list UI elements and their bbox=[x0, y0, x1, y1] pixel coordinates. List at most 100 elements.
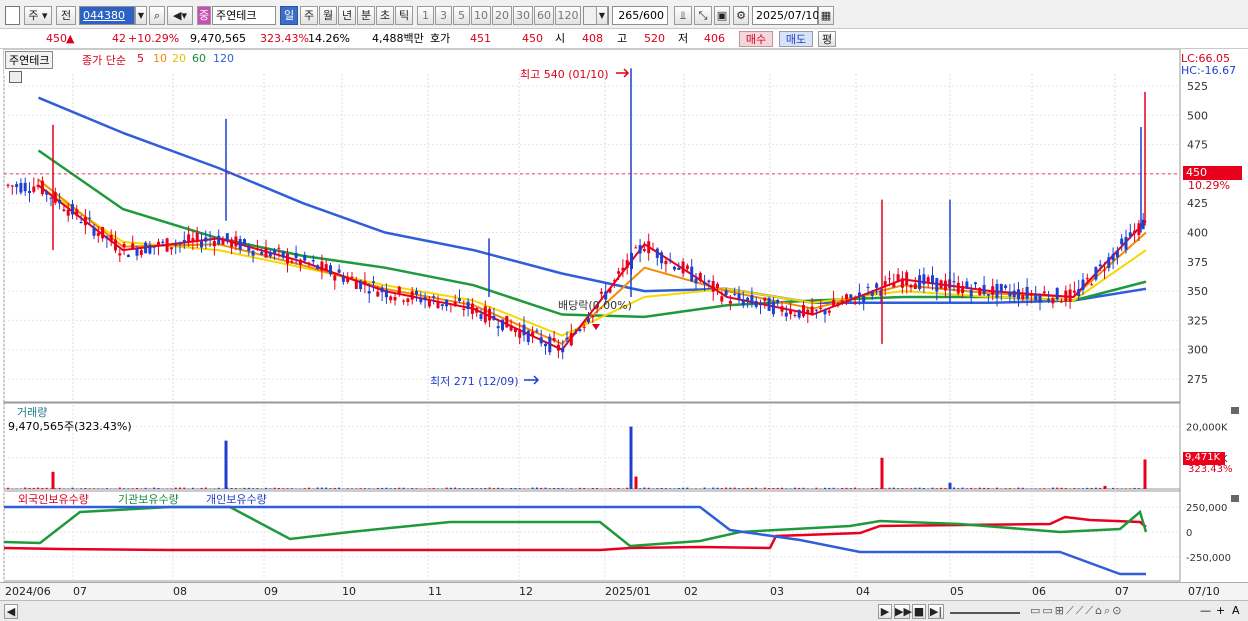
period-minute[interactable]: 분 bbox=[357, 6, 375, 25]
play-icon[interactable]: ▶ bbox=[878, 604, 892, 619]
ma-60[interactable]: 60 bbox=[192, 52, 206, 65]
view-tools-icon[interactable]: ▭▭⊞⟋⟋⟋⌂⌕⊙ bbox=[1030, 604, 1190, 619]
period-second[interactable]: 초 bbox=[376, 6, 394, 25]
fast-forward-icon[interactable]: ▶▶ bbox=[894, 604, 912, 619]
candle-body bbox=[316, 265, 320, 269]
date-input[interactable]: 2025/07/10 bbox=[752, 6, 819, 25]
volume-bar bbox=[71, 487, 74, 489]
chart-area[interactable]: 525 500 475 450 425 400 375 350 325 300 275 20,000K… bbox=[0, 49, 1248, 602]
window-menu-icon[interactable] bbox=[5, 6, 20, 25]
code-dropdown-icon[interactable]: ▼ bbox=[135, 6, 147, 25]
candle-body bbox=[720, 296, 724, 302]
interval-dropdown-icon[interactable]: ▼ bbox=[596, 6, 608, 25]
candle-body bbox=[1047, 298, 1051, 301]
volume-bar bbox=[548, 488, 551, 489]
buy-button[interactable]: 매수 bbox=[739, 31, 773, 47]
interval-20[interactable]: 20 bbox=[492, 6, 512, 25]
period-tick[interactable]: 틱 bbox=[395, 6, 413, 25]
table-view-icon[interactable] bbox=[9, 71, 22, 83]
bottom-scrollbar[interactable]: ◀ ▶ ▶▶ ■ ▶| ▭▭⊞⟋⟋⟋⌂⌕⊙ — + A bbox=[0, 600, 1248, 621]
candle-body bbox=[157, 241, 160, 247]
candle-type-icon[interactable]: ⫫ bbox=[674, 6, 692, 25]
volume-bar bbox=[583, 488, 586, 489]
prev-button[interactable]: 전 bbox=[56, 6, 76, 25]
volume-bar bbox=[351, 488, 353, 489]
legend-foreign[interactable]: 외국인보유수량 bbox=[18, 491, 89, 507]
volume-bar bbox=[58, 487, 61, 489]
count-field[interactable]: 265/600 bbox=[612, 6, 668, 25]
auto-scale-button[interactable]: A bbox=[1232, 604, 1240, 619]
zoom-in-button[interactable]: + bbox=[1216, 604, 1225, 619]
interval-1[interactable]: 1 bbox=[417, 6, 434, 25]
stock-name-field[interactable]: 주연테크 bbox=[212, 6, 276, 25]
stop-icon[interactable]: ■ bbox=[912, 604, 926, 619]
volume-bar bbox=[144, 487, 147, 489]
candle-body bbox=[909, 285, 913, 288]
stock-tag[interactable]: 주연테크 bbox=[5, 51, 54, 69]
legend-institution[interactable]: 기관보유수량 bbox=[118, 491, 179, 507]
search-icon[interactable]: ⌕ bbox=[149, 6, 165, 25]
legend-individual[interactable]: 개인보유수량 bbox=[206, 491, 267, 507]
interval-10[interactable]: 10 bbox=[471, 6, 491, 25]
gear-icon[interactable]: ⚙ bbox=[733, 6, 749, 25]
zoom-out-button[interactable]: — bbox=[1200, 604, 1211, 619]
candle-body bbox=[234, 236, 238, 247]
sell-button[interactable]: 매도 bbox=[779, 31, 813, 47]
save-icon[interactable]: ▣ bbox=[714, 6, 730, 25]
interval-5[interactable]: 5 bbox=[453, 6, 470, 25]
x-label: 2025/01 bbox=[605, 585, 651, 598]
volume-bar bbox=[492, 488, 495, 489]
candle-body bbox=[165, 238, 169, 252]
stock-code-input[interactable]: 044380 bbox=[79, 6, 135, 25]
volume-bar bbox=[871, 487, 874, 489]
candle-body bbox=[333, 275, 337, 281]
ma-5[interactable]: 5 bbox=[137, 52, 144, 65]
candle-body bbox=[62, 209, 66, 211]
dividend-annotation: 배당락(0.00%) bbox=[558, 299, 632, 312]
draw-tool-icon[interactable]: ⤡ bbox=[694, 6, 712, 25]
ma-120[interactable]: 120 bbox=[213, 52, 234, 65]
volume-bar bbox=[763, 487, 766, 489]
interval-30[interactable]: 30 bbox=[513, 6, 533, 25]
speaker-icon[interactable]: ◀▾ bbox=[167, 6, 193, 25]
candle-body bbox=[931, 275, 934, 285]
volume-bar bbox=[673, 488, 676, 489]
candle-body bbox=[1017, 289, 1020, 300]
interval-120[interactable]: 120 bbox=[555, 6, 581, 25]
x-label: 04 bbox=[856, 585, 870, 598]
interval-3[interactable]: 3 bbox=[435, 6, 452, 25]
calendar-icon[interactable]: ▦ bbox=[818, 6, 834, 25]
candle-body bbox=[195, 232, 199, 241]
period-month[interactable]: 월 bbox=[319, 6, 337, 25]
end-icon[interactable]: ▶| bbox=[928, 604, 944, 619]
volume-value: 9,470,565주(323.43%) bbox=[8, 420, 132, 433]
period-day[interactable]: 일 bbox=[280, 6, 298, 25]
scroll-left-icon[interactable]: ◀ bbox=[4, 604, 18, 619]
volume-bar bbox=[1125, 488, 1127, 489]
volume-bar bbox=[935, 488, 938, 489]
volume-bar bbox=[213, 488, 216, 489]
mode-select[interactable]: 주 ▾ bbox=[24, 6, 52, 25]
eval-button[interactable]: 평 bbox=[818, 31, 836, 47]
volume-bar bbox=[432, 488, 435, 489]
chart-canvas[interactable]: 525 500 475 450 425 400 375 350 325 300 275 20,000K… bbox=[0, 49, 1248, 602]
candle-body bbox=[531, 331, 535, 336]
candle-body bbox=[556, 344, 560, 351]
zoom-slider[interactable] bbox=[950, 604, 1020, 614]
candle-body bbox=[1051, 298, 1055, 304]
candle-body bbox=[1107, 257, 1111, 269]
candle-body bbox=[1025, 286, 1029, 299]
volume-bar bbox=[815, 487, 818, 489]
candle-body bbox=[118, 253, 122, 256]
candle-body bbox=[462, 308, 466, 311]
candle-body bbox=[621, 267, 625, 271]
candle-body bbox=[961, 285, 965, 294]
interval-60[interactable]: 60 bbox=[534, 6, 554, 25]
ma-20[interactable]: 20 bbox=[172, 52, 186, 65]
period-week[interactable]: 주 bbox=[300, 6, 318, 25]
volume-bar bbox=[931, 487, 934, 489]
ma-10[interactable]: 10 bbox=[153, 52, 167, 65]
volume-bar bbox=[424, 488, 427, 489]
candle-body bbox=[599, 291, 603, 294]
period-year[interactable]: 년 bbox=[338, 6, 356, 25]
